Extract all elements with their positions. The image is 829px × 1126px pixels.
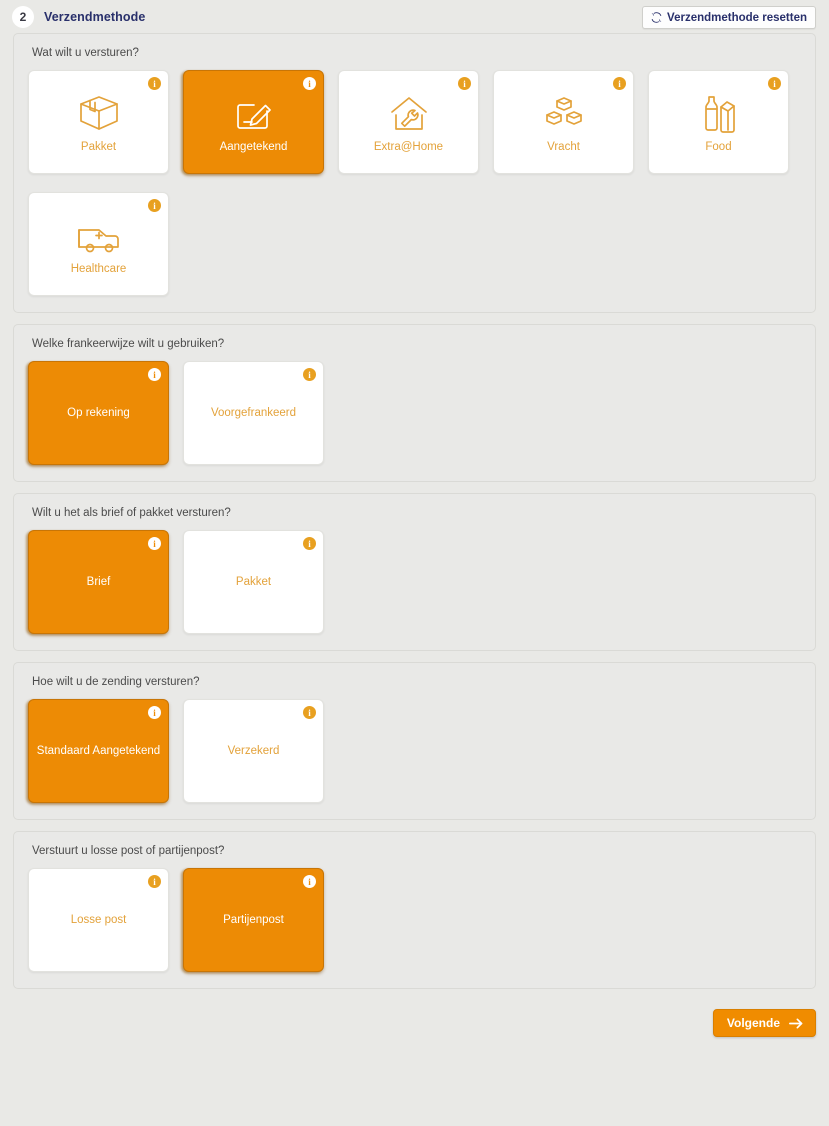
option-tile-label: Pakket <box>80 140 117 153</box>
info-icon[interactable]: i <box>458 77 471 90</box>
info-icon[interactable]: i <box>148 706 161 719</box>
section-question-label: Welke frankeerwijze wilt u gebruiken? <box>32 338 225 350</box>
option-tile-label: Pakket <box>235 576 272 588</box>
option-tile[interactable]: i Aangetekend <box>181 70 324 176</box>
option-tile[interactable]: i Healthcare <box>28 192 169 296</box>
question-section: Welke frankeerwijze wilt u gebruiken? i Op… <box>13 324 816 482</box>
option-tile-grid: i Pakket i Aangetekend i Extra@Home i Vracht i Fo… <box>28 70 801 296</box>
option-tile-label: Standaard Aangetekend <box>36 745 161 757</box>
option-tile[interactable]: i Pakket <box>28 70 169 174</box>
option-tile-label: Brief <box>86 576 111 588</box>
refresh-icon <box>651 12 662 23</box>
pallet-icon <box>541 91 587 135</box>
section-question-label: Verstuurt u losse post of partijenpost? <box>32 845 225 857</box>
option-tile[interactable]: i Pakket <box>183 530 324 634</box>
option-tile[interactable]: i Verzekerd <box>183 699 324 803</box>
shipping-method-sections: Wat wilt u versturen? i Pakket i Aangetekend… <box>0 33 829 989</box>
info-icon[interactable]: i <box>148 77 161 90</box>
option-tile-label: Aangetekend <box>219 140 288 153</box>
question-section: Wat wilt u versturen? i Pakket i Aangetekend… <box>13 33 816 313</box>
reset-shipping-method-button[interactable]: Verzendmethode resetten <box>642 6 816 29</box>
house-wrench-icon <box>387 91 431 135</box>
info-icon[interactable]: i <box>303 537 316 550</box>
option-tile[interactable]: i Extra@Home <box>338 70 479 174</box>
option-tile[interactable]: i Food <box>648 70 789 174</box>
option-tile-grid: i Op rekening i Voorgefrankeerd <box>26 361 801 467</box>
next-button[interactable]: Volgende <box>712 1009 816 1037</box>
option-tile-label: Voorgefrankeerd <box>210 407 297 419</box>
option-tile-label: Partijenpost <box>223 914 284 926</box>
option-tile[interactable]: i Voorgefrankeerd <box>183 361 324 465</box>
section-question-label: Wilt u het als brief of pakket versturen… <box>32 507 231 519</box>
info-icon[interactable]: i <box>768 77 781 90</box>
box-icon <box>77 91 121 135</box>
option-tile-grid: i Losse post i Partijenpost <box>28 868 801 974</box>
info-icon[interactable]: i <box>303 368 316 381</box>
reset-button-label: Verzendmethode resetten <box>667 11 807 24</box>
info-icon[interactable]: i <box>148 537 161 550</box>
info-icon[interactable]: i <box>303 77 316 90</box>
option-tile-label: Op rekening <box>67 407 130 419</box>
page-title: Verzendmethode <box>44 9 146 24</box>
info-icon[interactable]: i <box>613 77 626 90</box>
ambulance-icon <box>75 213 123 257</box>
page-footer: Volgende <box>0 1000 829 1037</box>
option-tile-label: Extra@Home <box>373 140 444 153</box>
option-tile-grid: i Standaard Aangetekend i Verzekerd <box>26 699 801 805</box>
question-section: Verstuurt u losse post of partijenpost? i… <box>13 831 816 989</box>
option-tile[interactable]: i Standaard Aangetekend <box>26 699 169 805</box>
step-number-badge: 2 <box>12 5 34 28</box>
info-icon[interactable]: i <box>303 706 316 719</box>
option-tile[interactable]: i Brief <box>26 530 169 636</box>
next-button-label: Volgende <box>726 1016 780 1030</box>
page-header: 2 Verzendmethode Verzendmethode resetten <box>0 0 829 33</box>
section-question-label: Wat wilt u versturen? <box>32 47 139 59</box>
option-tile[interactable]: i Op rekening <box>26 361 169 467</box>
bottle-carton-icon <box>696 91 742 135</box>
arrow-right-icon <box>789 1017 804 1030</box>
info-icon[interactable]: i <box>148 199 161 212</box>
question-section: Wilt u het als brief of pakket versturen… <box>13 493 816 651</box>
info-icon[interactable]: i <box>148 875 161 888</box>
section-question-label: Hoe wilt u de zending versturen? <box>32 676 200 688</box>
signature-icon <box>231 91 277 135</box>
option-tile-label: Food <box>705 140 732 153</box>
question-section: Hoe wilt u de zending versturen? i Standaa… <box>13 662 816 820</box>
option-tile[interactable]: i Losse post <box>28 868 169 972</box>
option-tile-label: Verzekerd <box>227 745 280 757</box>
option-tile-label: Vracht <box>547 140 580 153</box>
option-tile[interactable]: i Partijenpost <box>181 868 324 974</box>
info-icon[interactable]: i <box>148 368 161 381</box>
option-tile-label: Losse post <box>70 914 127 926</box>
info-icon[interactable]: i <box>303 875 316 888</box>
option-tile[interactable]: i Vracht <box>493 70 634 174</box>
option-tile-label: Healthcare <box>70 262 127 275</box>
option-tile-grid: i Brief i Pakket <box>26 530 801 636</box>
